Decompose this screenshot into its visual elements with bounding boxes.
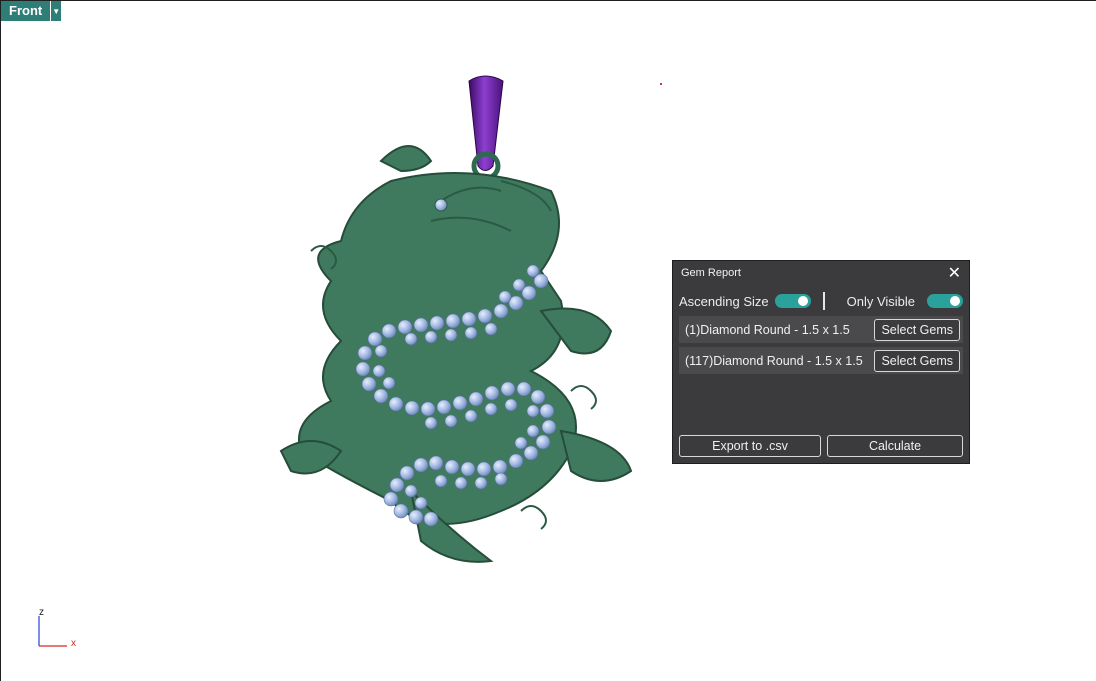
- gem-list-item: (117)Diamond Round - 1.5 x 1.5 Select Ge…: [679, 347, 963, 374]
- ascending-size-toggle[interactable]: [774, 294, 811, 308]
- select-gems-button[interactable]: Select Gems: [874, 318, 960, 341]
- calculate-button[interactable]: Calculate: [827, 435, 963, 457]
- gem-label: (1)Diamond Round - 1.5 x 1.5: [685, 322, 850, 337]
- viewport-front[interactable]: Front ▼ z x Gem Report ✕ Ascending Size …: [0, 0, 1096, 681]
- only-visible-label: Only Visible: [846, 293, 916, 309]
- close-icon[interactable]: ✕: [948, 263, 961, 283]
- axes-indicator: z x: [38, 607, 76, 649]
- stray-point: [660, 83, 662, 85]
- only-visible-toggle[interactable]: [927, 294, 963, 308]
- axis-x-label: x: [71, 638, 76, 649]
- divider: [822, 292, 825, 310]
- viewport-tab[interactable]: Front ▼: [1, 1, 62, 21]
- axis-z-label: z: [39, 607, 44, 618]
- viewport-name[interactable]: Front: [1, 1, 52, 21]
- ascending-size-label: Ascending Size: [679, 293, 769, 309]
- gem-list-item: (1)Diamond Round - 1.5 x 1.5 Select Gems: [679, 316, 963, 343]
- options-row: Ascending Size Only Visible: [679, 290, 963, 312]
- export-csv-button[interactable]: Export to .csv: [679, 435, 821, 457]
- gem-label: (117)Diamond Round - 1.5 x 1.5: [685, 353, 863, 368]
- dragon-pendant-model[interactable]: [271, 71, 651, 571]
- gem-report-panel: Gem Report ✕ Ascending Size Only Visible…: [672, 260, 970, 464]
- select-gems-button[interactable]: Select Gems: [874, 349, 960, 372]
- panel-title: Gem Report: [681, 267, 741, 279]
- viewport-menu-chevron-down-icon[interactable]: ▼: [51, 1, 61, 21]
